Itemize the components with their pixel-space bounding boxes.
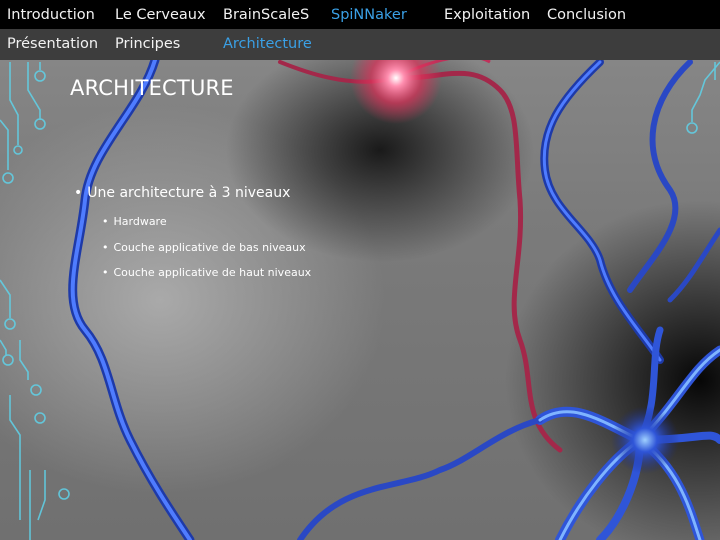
bullet-dot-icon: •: [102, 241, 109, 254]
bullet-dot-icon: •: [102, 266, 109, 279]
nav-introduction[interactable]: Introduction: [7, 8, 95, 23]
subnav-principes[interactable]: Principes: [115, 37, 180, 52]
bullet-dot-icon: •: [74, 185, 83, 201]
subnav-presentation[interactable]: Présentation: [7, 37, 98, 52]
bullet-main: • Une architecture à 3 niveaux: [74, 185, 290, 201]
subbullet-hardware: • Hardware: [102, 215, 167, 228]
primary-nav: Introduction Le Cerveaux BrainScaleS Spi…: [0, 0, 720, 29]
secondary-nav: Présentation Principes Architecture: [0, 29, 720, 60]
subbullet-text: Couche applicative de bas niveaux: [113, 241, 306, 254]
nav-conclusion[interactable]: Conclusion: [547, 8, 626, 23]
neuron-strand-left: [68, 55, 195, 540]
nav-spinnaker[interactable]: SpiNNaker: [331, 8, 407, 23]
subbullet-text: Hardware: [113, 215, 167, 228]
subbullet-text: Couche applicative de haut niveaux: [113, 266, 312, 279]
slide: Introduction Le Cerveaux BrainScaleS Spi…: [0, 0, 720, 540]
bullet-main-text: Une architecture à 3 niveaux: [87, 185, 291, 201]
neuron-cell-body: [297, 326, 720, 540]
nav-exploitation[interactable]: Exploitation: [444, 8, 530, 23]
subbullet-bas-niveaux: • Couche applicative de bas niveaux: [102, 241, 306, 254]
nav-le-cerveaux[interactable]: Le Cerveaux: [115, 8, 206, 23]
slide-title: ARCHITECTURE: [70, 76, 234, 100]
circuit-lines-left: [0, 62, 70, 540]
subnav-architecture[interactable]: Architecture: [223, 37, 312, 52]
bullet-dot-icon: •: [102, 215, 109, 228]
circuit-lines-right: [686, 61, 720, 134]
subbullet-haut-niveaux: • Couche applicative de haut niveaux: [102, 266, 311, 279]
nav-brainscales[interactable]: BrainScaleS: [223, 8, 309, 23]
